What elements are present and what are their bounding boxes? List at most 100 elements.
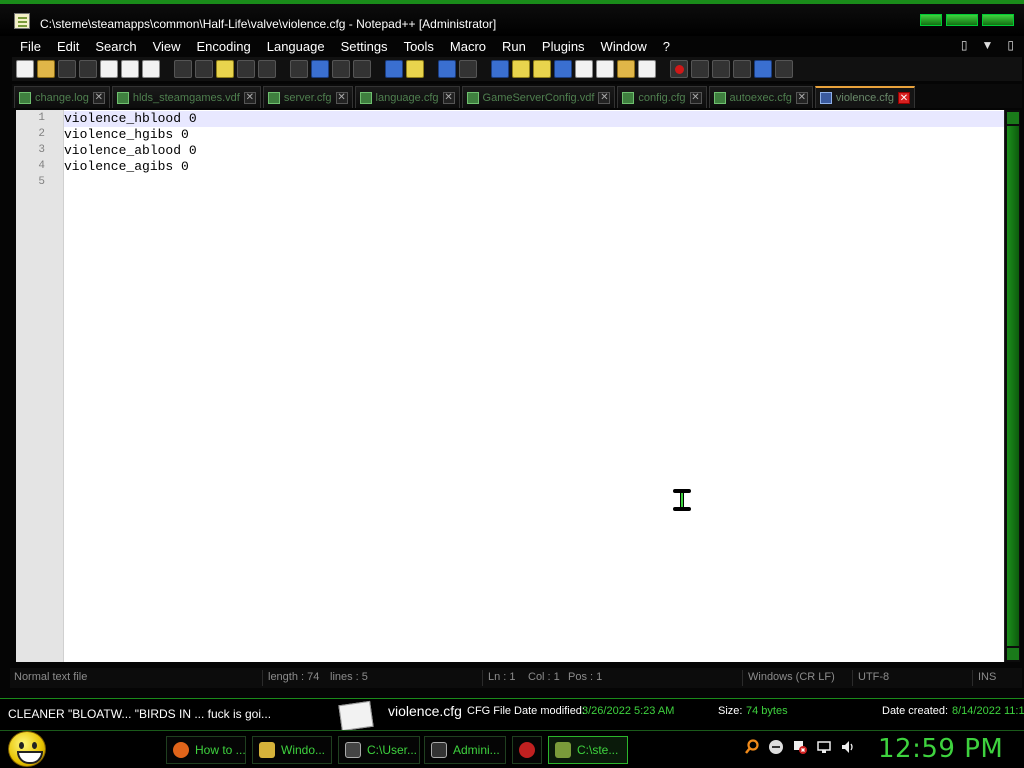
zoom-in-icon[interactable] <box>332 60 350 78</box>
status-eol[interactable]: Windows (CR LF) <box>748 671 835 683</box>
menu-encoding[interactable]: Encoding <box>189 39 259 54</box>
tab-close-icon[interactable]: ✕ <box>897 92 910 104</box>
close-all-icon[interactable] <box>121 60 139 78</box>
zoom-out-icon[interactable] <box>353 60 371 78</box>
folder-workspace-icon[interactable] <box>596 60 614 78</box>
status-pos: Pos : 1 <box>568 671 603 683</box>
taskbar-clock[interactable]: 12:59 PM <box>878 734 1003 764</box>
doc-minimize-icon[interactable]: ▯ <box>961 38 968 52</box>
doc-list-panel-icon[interactable] <box>554 60 572 78</box>
tab-gameserverconfig[interactable]: GameServerConfig.vdf ✕ <box>461 86 616 108</box>
tab-hlds-steamgames[interactable]: hlds_steamgames.vdf ✕ <box>111 86 261 108</box>
taskbar-app-red[interactable] <box>512 736 542 764</box>
undo-icon[interactable] <box>237 60 255 78</box>
menu-run[interactable]: Run <box>494 39 534 54</box>
code-line[interactable]: violence_ablood 0 <box>64 143 197 158</box>
show-all-chars-icon[interactable] <box>459 60 477 78</box>
close-file-icon[interactable] <box>100 60 118 78</box>
chat-icon[interactable] <box>768 739 784 755</box>
toolbar-separator <box>163 60 171 78</box>
tab-config-cfg[interactable]: config.cfg ✕ <box>617 86 707 108</box>
save-icon[interactable] <box>58 60 76 78</box>
taskbar-explorer[interactable]: Windo... <box>252 736 332 764</box>
search-icon[interactable] <box>744 739 760 755</box>
status-insert-mode[interactable]: INS <box>978 671 996 683</box>
stop-macro-icon[interactable] <box>691 60 709 78</box>
tab-server-cfg[interactable]: server.cfg ✕ <box>262 86 353 108</box>
network-icon[interactable] <box>816 739 832 755</box>
minimize-button[interactable] <box>920 14 942 26</box>
scroll-up-icon[interactable] <box>1007 112 1019 124</box>
vertical-scrollbar[interactable] <box>1004 110 1020 662</box>
menu-settings[interactable]: Settings <box>333 39 396 54</box>
indent-guide-icon[interactable] <box>491 60 509 78</box>
menu-language[interactable]: Language <box>259 39 333 54</box>
menu-macro[interactable]: Macro <box>442 39 494 54</box>
notepadpp-app-icon[interactable] <box>14 13 30 29</box>
scroll-down-icon[interactable] <box>1007 648 1019 660</box>
cut-icon[interactable] <box>174 60 192 78</box>
security-flag-icon[interactable] <box>792 739 808 755</box>
start-button-smiley-icon[interactable] <box>8 731 46 767</box>
eye-icon[interactable] <box>638 60 656 78</box>
save-macro-icon[interactable] <box>754 60 772 78</box>
tab-close-icon[interactable]: ✕ <box>335 91 348 104</box>
menu-view[interactable]: View <box>145 39 189 54</box>
tab-autoexec-cfg[interactable]: autoexec.cfg ✕ <box>708 86 813 108</box>
tab-close-icon[interactable]: ✕ <box>442 91 455 104</box>
menu-file[interactable]: File <box>12 39 49 54</box>
tab-close-icon[interactable]: ✕ <box>243 91 256 104</box>
status-encoding[interactable]: UTF-8 <box>858 671 889 683</box>
doc-close-icon[interactable]: ▯ <box>1007 38 1014 52</box>
record-macro-icon[interactable] <box>670 60 688 78</box>
menu-help[interactable]: ? <box>655 39 678 54</box>
new-file-icon[interactable] <box>16 60 34 78</box>
save-all-icon[interactable] <box>79 60 97 78</box>
word-wrap-icon[interactable] <box>438 60 456 78</box>
paste-icon[interactable] <box>216 60 234 78</box>
menu-plugins[interactable]: Plugins <box>534 39 593 54</box>
scrollbar-thumb[interactable] <box>1007 126 1019 646</box>
volume-icon[interactable] <box>840 739 856 755</box>
taskbar-firefox[interactable]: How to ... <box>166 736 246 764</box>
menu-edit[interactable]: Edit <box>49 39 87 54</box>
menu-tools[interactable]: Tools <box>396 39 442 54</box>
print-icon[interactable] <box>142 60 160 78</box>
play-macro-icon[interactable] <box>712 60 730 78</box>
tab-close-icon[interactable]: ✕ <box>598 91 611 104</box>
tab-violence-cfg[interactable]: violence.cfg ✕ <box>814 86 915 108</box>
tab-close-icon[interactable]: ✕ <box>795 91 808 104</box>
taskbar-notepadpp[interactable]: C:\ste... <box>548 736 628 764</box>
sync-vertical-icon[interactable] <box>385 60 403 78</box>
line-number-gutter[interactable]: 1 2 3 4 5 <box>16 110 64 662</box>
redo-icon[interactable] <box>258 60 276 78</box>
taskbar-cmd[interactable]: Admini... <box>424 736 506 764</box>
find-icon[interactable] <box>290 60 308 78</box>
maximize-button[interactable] <box>946 14 978 26</box>
window-titlebar[interactable]: C:\steme\steamapps\common\Half-Life\valv… <box>0 0 1024 36</box>
code-line[interactable]: violence_hblood 0 <box>64 111 197 126</box>
udl-icon[interactable] <box>512 60 530 78</box>
close-button[interactable] <box>982 14 1014 26</box>
taskbar-7zip[interactable]: C:\User... <box>338 736 420 764</box>
tab-language-cfg[interactable]: language.cfg ✕ <box>354 86 460 108</box>
code-line[interactable]: violence_hgibs 0 <box>64 127 189 142</box>
text-editor[interactable]: 1 2 3 4 5 violence_hblood 0 violence_hgi… <box>16 110 1020 662</box>
doc-list-icon[interactable]: ▼ <box>982 38 994 52</box>
menu-search[interactable]: Search <box>87 39 144 54</box>
replace-icon[interactable] <box>311 60 329 78</box>
play-multiple-macro-icon[interactable] <box>733 60 751 78</box>
tab-close-icon[interactable]: ✕ <box>92 91 105 104</box>
tab-change-log[interactable]: change.log ✕ <box>14 86 110 108</box>
toolbar-extra-icon[interactable] <box>775 60 793 78</box>
monitoring-icon[interactable] <box>617 60 635 78</box>
tab-close-icon[interactable]: ✕ <box>689 91 702 104</box>
function-list-icon[interactable] <box>575 60 593 78</box>
status-divider <box>972 670 973 686</box>
open-file-icon[interactable] <box>37 60 55 78</box>
sync-horizontal-icon[interactable] <box>406 60 424 78</box>
menu-window[interactable]: Window <box>593 39 655 54</box>
doc-map-icon[interactable] <box>533 60 551 78</box>
copy-icon[interactable] <box>195 60 213 78</box>
code-line[interactable]: violence_agibs 0 <box>64 159 189 174</box>
